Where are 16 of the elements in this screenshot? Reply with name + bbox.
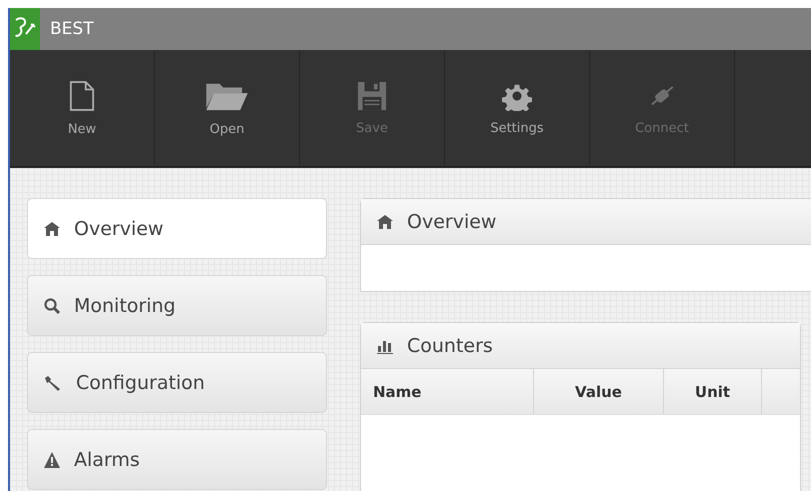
search-icon xyxy=(44,298,60,314)
logo-icon xyxy=(10,8,40,50)
sidebar-item[interactable]: Monitoring xyxy=(27,275,327,336)
warning-icon xyxy=(44,452,60,468)
column-header[interactable]: Name xyxy=(361,369,534,414)
home-icon xyxy=(377,214,393,230)
sidebar-item[interactable]: Overview xyxy=(27,198,327,259)
file-icon xyxy=(69,80,95,112)
column-header[interactable]: Value xyxy=(534,369,664,414)
window-title: BEST xyxy=(50,19,94,39)
sidebar-item[interactable]: Configuration xyxy=(27,352,327,413)
panel-title: Overview xyxy=(407,210,496,232)
panel-title: Counters xyxy=(407,334,493,356)
home-icon xyxy=(44,220,60,236)
sidebar-item[interactable]: Alarms xyxy=(27,429,327,490)
column-header[interactable]: Unit xyxy=(664,369,762,414)
